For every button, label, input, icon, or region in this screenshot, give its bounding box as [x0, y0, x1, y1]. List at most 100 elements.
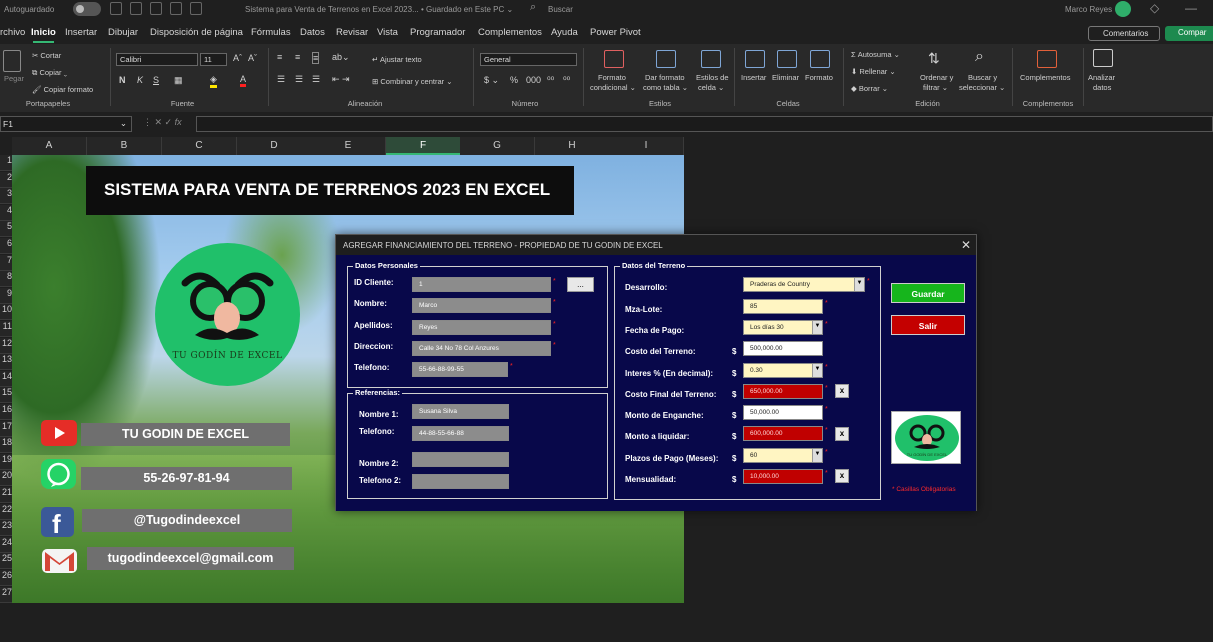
autosave-toggle[interactable] [73, 2, 101, 16]
autosum-button[interactable]: Σ Autosuma ⌄ [851, 50, 900, 59]
font-size-dropdown[interactable]: 11 [200, 53, 227, 66]
indent-icon[interactable]: ⇤ ⇥ [332, 74, 350, 85]
document-title[interactable]: Sistema para Venta de Terrenos en Excel … [245, 5, 513, 14]
sort-filter-icon[interactable]: ⇅ [928, 50, 940, 67]
paste-icon[interactable] [3, 50, 21, 72]
fill-button[interactable]: ⬇ Rellenar ⌄ [851, 67, 896, 76]
row-header[interactable]: 3 [0, 188, 12, 205]
ref-name2-field[interactable] [412, 452, 509, 467]
currency-icon[interactable]: $ ⌄ [484, 75, 499, 86]
fill-color-icon[interactable]: ◈ [210, 74, 217, 88]
close-icon[interactable]: ✕ [961, 238, 971, 252]
tab-power-pivot[interactable]: Power Pivot [590, 27, 641, 38]
id-cliente-field[interactable]: 1 [412, 277, 551, 292]
search-box[interactable]: ⌕ Buscar [520, 1, 750, 17]
minimize-icon[interactable]: — [1185, 1, 1197, 15]
find-select-icon[interactable]: ⌕ [975, 48, 984, 66]
tab-disposicion[interactable]: Disposición de página [150, 27, 243, 38]
align-right-icon[interactable]: ☰ [312, 74, 320, 85]
align-center-icon[interactable]: ☰ [295, 74, 303, 85]
direccion-field[interactable]: Calle 34 No 78 Col Anzures [412, 341, 551, 356]
tab-insertar[interactable]: Insertar [65, 27, 97, 38]
addins-icon[interactable] [1037, 50, 1057, 68]
analyze-data-icon[interactable] [1093, 49, 1113, 67]
row-header[interactable]: 9 [0, 287, 12, 304]
row-header[interactable]: 16 [0, 404, 12, 420]
row-header[interactable]: 23 [0, 520, 12, 537]
format-cells-icon[interactable] [810, 50, 830, 68]
mail-icon[interactable] [170, 2, 182, 15]
premium-diamond-icon[interactable]: ◇ [1150, 1, 1159, 15]
document-icon[interactable] [130, 2, 142, 15]
merge-center-button[interactable]: ⊞ Combinar y centrar ⌄ [372, 77, 453, 86]
row-header[interactable]: 7 [0, 254, 12, 271]
column-header-e[interactable]: E [311, 137, 386, 155]
row-header[interactable]: 14 [0, 370, 12, 387]
ref-name1-field[interactable]: Susana Silva [412, 404, 509, 419]
font-color-icon[interactable]: A [240, 74, 247, 87]
shrink-font-icon[interactable]: Aˇ [248, 53, 257, 63]
formula-input[interactable] [196, 116, 1213, 132]
row-header[interactable]: 22 [0, 503, 12, 520]
row-header[interactable]: 8 [0, 271, 12, 288]
cell-styles-line1[interactable]: Estilos de [696, 73, 729, 82]
row-header[interactable]: 10 [0, 304, 12, 321]
cell-styles-line2[interactable]: celda ⌄ [698, 83, 724, 92]
apellidos-field[interactable]: Reyes [412, 320, 551, 335]
tab-complementos[interactable]: Complementos [478, 27, 542, 38]
column-header-h[interactable]: H [535, 137, 610, 155]
wrap-text-button[interactable]: ↵ Ajustar texto [372, 55, 422, 64]
percent-icon[interactable]: % [510, 75, 518, 85]
plazos-combobox[interactable]: 60 ▼ [743, 448, 823, 463]
addins-label[interactable]: Complementos [1020, 73, 1070, 82]
print-icon[interactable] [150, 2, 162, 15]
cell-styles-icon[interactable] [701, 50, 721, 68]
font-name-dropdown[interactable]: Calibri [116, 53, 198, 66]
copy-button[interactable]: ⧉ Copiar ⌄ [32, 68, 67, 78]
name-box[interactable]: F1 ⌄ [0, 116, 132, 132]
row-header[interactable]: 6 [0, 238, 12, 254]
sort-line2[interactable]: filtrar ⌄ [923, 83, 948, 92]
save-icon[interactable] [110, 2, 122, 15]
sort-line1[interactable]: Ordenar y [920, 73, 953, 82]
row-header[interactable]: 2 [0, 171, 12, 188]
increase-decimal-icon[interactable]: ⁰⁰ [547, 75, 554, 86]
align-middle-icon[interactable]: ≡ [295, 52, 300, 62]
browse-client-button[interactable]: ... [567, 277, 594, 292]
borders-icon[interactable]: ▦ [174, 75, 183, 86]
as-table-line1[interactable]: Dar formato [645, 73, 685, 82]
insert-label[interactable]: Insertar [741, 73, 766, 82]
calc-liquidar-button[interactable]: x [835, 427, 849, 441]
row-header[interactable]: 18 [0, 437, 12, 454]
as-table-line2[interactable]: como tabla ⌄ [643, 83, 688, 92]
row-header[interactable]: 20 [0, 470, 12, 487]
tab-formulas[interactable]: Fórmulas [251, 27, 291, 38]
tab-inicio[interactable]: Inicio [31, 27, 56, 43]
costo-final-field[interactable]: 650,000.00 [743, 384, 823, 399]
orientation-icon[interactable]: ab⌄ [332, 52, 350, 63]
row-header[interactable]: 5 [0, 221, 12, 238]
align-top-icon[interactable]: ≡ [277, 52, 282, 62]
exit-button[interactable]: Salir [891, 315, 965, 335]
analyze-line2[interactable]: datos [1093, 83, 1111, 92]
enganche-field[interactable]: 50,000.00 [743, 405, 823, 420]
row-header[interactable]: 4 [0, 204, 12, 221]
calc-mensualidad-button[interactable]: x [835, 469, 849, 483]
row-header[interactable]: 27 [0, 586, 12, 603]
ref-phone2-field[interactable] [412, 474, 509, 489]
avatar[interactable] [1115, 1, 1131, 17]
user-name[interactable]: Marco Reyes [1065, 5, 1112, 14]
desarrollo-combobox[interactable]: Praderas de Country ▼ [743, 277, 865, 292]
interes-combobox[interactable]: 0.30 ▼ [743, 363, 823, 378]
delete-label[interactable]: Eliminar [772, 73, 799, 82]
tab-dibujar[interactable]: Dibujar [108, 27, 138, 38]
share-button[interactable]: Compar [1165, 26, 1213, 41]
row-header[interactable]: 17 [0, 420, 12, 437]
chevron-down-icon[interactable]: ▼ [812, 364, 822, 377]
row-header[interactable]: 21 [0, 487, 12, 503]
delete-cells-icon[interactable] [777, 50, 797, 68]
row-header[interactable]: 1 [0, 155, 12, 171]
column-header-f[interactable]: F [386, 137, 461, 155]
column-header-b[interactable]: B [87, 137, 162, 155]
italic-button[interactable]: K [137, 75, 143, 85]
